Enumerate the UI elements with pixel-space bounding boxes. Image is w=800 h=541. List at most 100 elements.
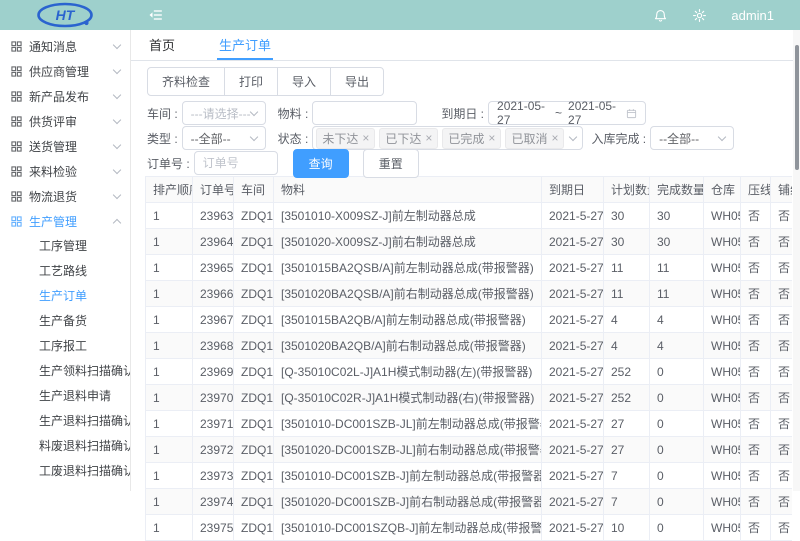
remove-tag-icon[interactable]: ×	[551, 132, 558, 144]
table-cell: 2021-5-27	[542, 333, 604, 359]
remove-tag-icon[interactable]: ×	[425, 132, 432, 144]
sidebar-item[interactable]: 送货管理	[0, 134, 130, 159]
order-no-input[interactable]	[203, 156, 269, 170]
table-cell: 1	[146, 411, 193, 437]
type-select[interactable]: --全部--	[182, 126, 266, 150]
table-row[interactable]: 123974ZDQ13[3501020-DC001SZB-J]前右制动器总成(带…	[146, 489, 793, 515]
table-cell: 否	[771, 385, 793, 411]
table-row[interactable]: 123972ZDQ13[3501020-DC001SZB-JL]前右制动器总成(…	[146, 437, 793, 463]
table-cell: ZDQ13	[234, 489, 274, 515]
sidebar-fold-icon[interactable]	[148, 7, 165, 23]
sidebar-item-label: 来料检验	[29, 163, 77, 180]
column-header: 铺线	[771, 177, 793, 203]
table-cell: 27	[604, 411, 650, 437]
sidebar-item[interactable]: 供货评审	[0, 109, 130, 134]
sidebar-subitem[interactable]: 工废退料扫描确认	[0, 459, 130, 484]
vertical-scrollbar[interactable]	[793, 30, 800, 491]
due-date-separator: ~	[555, 106, 562, 120]
table-cell: 否	[771, 281, 793, 307]
sidebar-subitem[interactable]: 料废退料扫描确认	[0, 434, 130, 459]
remove-tag-icon[interactable]: ×	[362, 132, 369, 144]
scrollbar-thumb[interactable]	[795, 45, 799, 170]
table-cell: 1	[146, 385, 193, 411]
table-cell: 0	[650, 463, 704, 489]
toolbar-button[interactable]: 打印	[224, 67, 278, 96]
table-cell: 23968	[193, 333, 234, 359]
toolbar-button[interactable]: 齐料检查	[147, 67, 225, 96]
table-row[interactable]: 123963ZDQ13[3501010-X009SZ-J]前左制动器总成2021…	[146, 203, 793, 229]
table-row[interactable]: 123965ZDQ13[3501015BA2QSB/A]前左制动器总成(带报警器…	[146, 255, 793, 281]
table-cell: 2021-5-27	[542, 463, 604, 489]
settings-gear-icon[interactable]	[692, 8, 707, 23]
table-cell: 1	[146, 463, 193, 489]
chevron-down-icon	[113, 191, 121, 199]
chevron-down-icon	[569, 132, 577, 140]
sidebar-subitem[interactable]: 工序管理	[0, 234, 130, 259]
table-cell: ZDQ13	[234, 411, 274, 437]
search-button[interactable]: 查询	[293, 149, 349, 178]
table-cell: 否	[741, 255, 771, 281]
sidebar-subitem[interactable]: 工艺路线	[0, 259, 130, 284]
table-row[interactable]: 123971ZDQ13[3501010-DC001SZB-JL]前左制动器总成(…	[146, 411, 793, 437]
sidebar-subitem[interactable]: 生产领料扫描确认	[0, 359, 130, 384]
notification-bell-icon[interactable]	[653, 8, 668, 23]
table-row[interactable]: 123964ZDQ13[3501020-X009SZ-J]前右制动器总成2021…	[146, 229, 793, 255]
material-input[interactable]	[321, 106, 408, 120]
sidebar-subitem[interactable]: 工序报工	[0, 334, 130, 359]
sidebar-item[interactable]: 物流退货	[0, 184, 130, 209]
toolbar-button[interactable]: 导入	[277, 67, 331, 96]
workshop-select[interactable]: ---请选择---	[182, 101, 266, 125]
logo-oval-icon: HT	[36, 2, 94, 28]
top-header: HT admin1	[0, 0, 800, 30]
sidebar-subitem[interactable]: 生产订单	[0, 284, 130, 309]
chevron-down-icon	[113, 41, 121, 49]
current-user[interactable]: admin1	[731, 8, 774, 23]
sidebar-item[interactable]: 来料检验	[0, 159, 130, 184]
table-cell: 否	[771, 307, 793, 333]
tab-item[interactable]: 首页	[147, 30, 177, 60]
sidebar-subitem[interactable]: 生产备货	[0, 309, 130, 334]
table-cell: [3501020-DC001SZB-J]前右制动器总成(带报警器)	[274, 489, 542, 515]
table-cell: 2021-5-27	[542, 385, 604, 411]
table-cell: 1	[146, 515, 193, 541]
table-cell: ZDQ13	[234, 515, 274, 541]
table-cell: ZDQ13	[234, 255, 274, 281]
table-row[interactable]: 123966ZDQ13[3501020BA2QSB/A]前右制动器总成(带报警器…	[146, 281, 793, 307]
table-row[interactable]: 123970ZDQ13[Q-35010C02R-J]A1H模式制动器(右)(带报…	[146, 385, 793, 411]
due-date-start: 2021-05-27	[497, 99, 549, 127]
toolbar-button[interactable]: 导出	[330, 67, 384, 96]
table-row[interactable]: 123967ZDQ13[3501015BA2QB/A]前左制动器总成(带报警器)…	[146, 307, 793, 333]
sidebar-item[interactable]: 生产管理	[0, 209, 130, 234]
sidebar-item[interactable]: 通知消息	[0, 34, 130, 59]
table-cell: 否	[771, 489, 793, 515]
table-cell: 23975	[193, 515, 234, 541]
tab-active[interactable]: 生产订单	[217, 30, 273, 60]
table-row[interactable]: 123968ZDQ13[3501020BA2QB/A]前右制动器总成(带报警器)…	[146, 333, 793, 359]
sidebar-subitem[interactable]: 生产退料扫描确认	[0, 409, 130, 434]
table-cell: 2021-5-27	[542, 203, 604, 229]
table-row[interactable]: 123973ZDQ13[3501010-DC001SZB-J]前左制动器总成(带…	[146, 463, 793, 489]
table-row[interactable]: 123975ZDQ13[3501010-DC001SZQB-J]前左制动器总成(…	[146, 515, 793, 541]
table-cell: 2021-5-27	[542, 229, 604, 255]
chevron-down-icon	[249, 132, 257, 140]
status-tag-label: 已下达	[385, 130, 421, 147]
table-cell: 2021-5-27	[542, 515, 604, 541]
inbound-select[interactable]: --全部--	[650, 126, 734, 150]
sidebar-item-label: 供应商管理	[29, 63, 89, 80]
table-cell: 否	[741, 333, 771, 359]
sidebar-subitem[interactable]: 生产退料申请	[0, 384, 130, 409]
remove-tag-icon[interactable]: ×	[488, 132, 495, 144]
table-cell: 11	[604, 255, 650, 281]
table-row[interactable]: 123969ZDQ13[Q-35010C02L-J]A1H模式制动器(左)(带报…	[146, 359, 793, 385]
chevron-down-icon	[718, 132, 726, 140]
status-label: 状态 :	[278, 130, 309, 147]
column-header: 完成数量	[650, 177, 704, 203]
table-cell: WH05	[704, 411, 741, 437]
reset-button[interactable]: 重置	[363, 149, 419, 178]
chevron-down-icon	[113, 91, 121, 99]
table-cell: 否	[771, 515, 793, 541]
due-date-range-input[interactable]: 2021-05-27 ~ 2021-05-27	[488, 101, 646, 125]
status-multiselect[interactable]: 未下达×已下达×已完成×已取消×	[312, 126, 583, 150]
sidebar-item[interactable]: 供应商管理	[0, 59, 130, 84]
sidebar-item[interactable]: 新产品发布	[0, 84, 130, 109]
